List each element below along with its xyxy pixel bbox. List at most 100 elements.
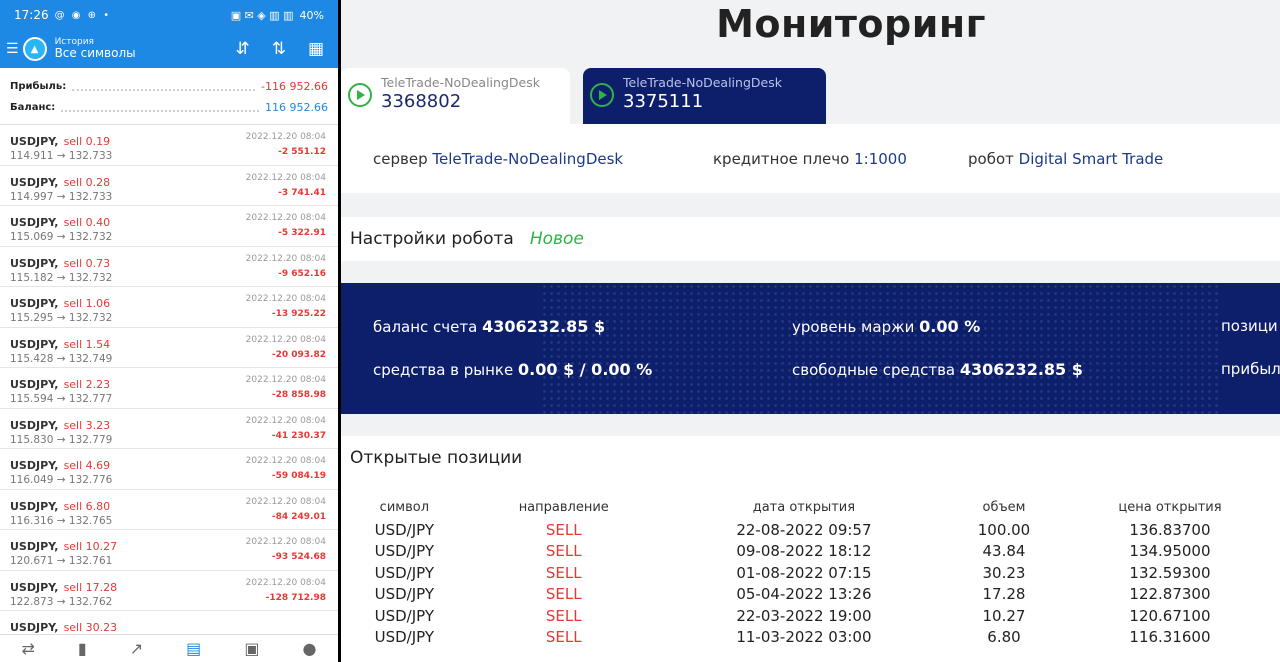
robot-label: робот [968,150,1014,168]
app-bar-titles[interactable]: История Все символы [55,37,136,61]
quotes-icon[interactable]: ⇄ [22,639,35,658]
table-cell: SELL [545,520,582,539]
table-cell: 122.87300 [1129,585,1211,604]
trade-row[interactable]: USDJPY, sell 10.27 120.671 → 132.761 2022.… [0,530,338,571]
table-cell: SELL [545,606,582,625]
app-logo-icon: ▲ [22,37,47,61]
trade-profit: -28 858.98 [271,390,326,400]
table-cell: 10.27 [982,606,1026,625]
trade-row[interactable]: USDJPY, sell 0.19 114.911 → 132.733 2022.1… [0,125,338,166]
trade-direction: sell 0.73 [63,256,111,270]
table-cell: 17.28 [982,585,1026,604]
menu-icon[interactable]: ☰ [6,41,19,57]
stat-label: уровень маржи [792,318,915,336]
trade-row[interactable]: USDJPY, sell 17.28 122.873 → 132.762 2022.… [0,571,338,611]
trade-direction: sell 0.19 [63,135,111,148]
table-cell: SELL [545,542,582,561]
table-cell: 30.23 [982,563,1026,582]
monitoring-page: Мониторинг TeleTrade-NoDealingDesk 33688… [341,0,1280,662]
trade-row[interactable]: USDJPY, sell 1.54 115.428 → 132.749 2022.1… [0,328,338,368]
status-right: ▣ ✉ ◈ ▥ ▥ 40% [231,9,324,22]
trade-direction: sell 0.28 [63,175,111,189]
play-icon [348,83,372,107]
table-cell: USD/JPY [374,520,435,539]
positions-title: Открытые позиции [350,448,523,468]
trade-row[interactable]: USDJPY, sell 0.40 115.069 → 132.732 2022.1… [0,206,338,247]
table-cell: 100.00 [977,520,1031,539]
app-bar-subtitle: История [54,36,94,47]
trade-date: 2022.12.20 08:04 [245,375,326,385]
trade-symbol: USDJPY, [10,540,59,553]
balance-value: 116 952.66 [265,101,328,114]
account-tab-1[interactable]: TeleTrade-NoDealingDesk 3368802 [341,68,570,124]
leverage-label: кредитное плечо [713,150,850,168]
stat-value: 4306232.85 $ [482,317,606,336]
trade-profit: -5 322.91 [278,228,326,238]
trade-date: 2022.12.20 08:04 [245,456,326,466]
table-cell: 120.67100 [1129,606,1211,625]
table-row: USD/JPY SELL 22-08-2022 09:57 100.00 136.837… [341,519,1280,541]
stat-label: позици [1221,317,1278,335]
open-positions-section: Открытые позиции символ направление дата о… [341,436,1280,662]
table-cell: 22-08-2022 09:57 [736,520,872,539]
trade-row[interactable]: USDJPY, sell 0.73 115.182 → 132.732 2022.1… [0,247,338,287]
trade-date: 2022.12.20 08:04 [245,496,326,507]
leverage-info: кредитное плечо 1:1000 [713,150,907,168]
market-funds-stat: средства в рынке 0.00 $ / 0.00 % [373,360,652,379]
trade-symbol: USDJPY, [10,580,59,594]
trade-row[interactable]: USDJPY, sell 0.28 114.997 → 132.733 2022.1… [0,166,338,206]
trade-row[interactable]: USDJPY, sell 1.06 115.295 → 132.732 2022.1… [0,287,338,328]
trade-profit: -13 925.22 [271,309,326,319]
column-header: направление [518,499,609,515]
trade-direction: sell 4.69 [63,459,111,472]
account-tab-2[interactable]: TeleTrade-NoDealingDesk 3375111 [583,68,826,124]
profit-value: -116 952.66 [261,80,328,93]
trade-row[interactable]: USDJPY, sell 4.69 116.049 → 132.776 2022.1… [0,449,338,490]
dotted-leader [61,104,260,112]
trade-profit: -93 524.68 [271,552,326,562]
table-row: USD/JPY SELL 01-08-2022 07:15 30.23 132.5930… [341,562,1280,584]
chat-icon[interactable]: ● [302,639,316,658]
table-body: USD/JPY SELL 22-08-2022 09:57 100.00 136.837… [341,519,1280,648]
trade-row[interactable]: USDJPY, sell 3.23 115.830 → 132.779 2022.1… [0,409,338,449]
news-icon[interactable]: ▣ [244,639,259,658]
chart-icon[interactable]: ▮ [78,639,87,658]
trade-symbol: USDJPY, [10,216,59,229]
trade-row[interactable]: USDJPY, sell 2.23 115.594 → 132.777 2022.1… [0,368,338,409]
table-cell: 134.95000 [1129,542,1211,561]
trade-symbol: USDJPY, [10,297,59,310]
server-label: сервер [373,150,428,168]
profit-label: Прибыль: [10,81,67,92]
profit-stat: прибыл [1221,360,1280,378]
trade-direction: sell 1.06 [63,297,111,310]
trade-symbol: USDJPY, [10,256,59,270]
trade-direction: sell 6.80 [63,499,111,513]
stat-value: 0.00 $ / 0.00 % [518,360,653,379]
app-bar-actions: ⇵ ⇅ ▦ [235,39,332,59]
tab-account-number: 3375111 [623,91,704,112]
trade-icon[interactable]: ↗ [130,639,143,658]
currency-exchange-icon[interactable]: ⇵ [235,39,249,59]
balance-stat: баланс счета 4306232.85 $ [373,317,605,336]
trade-profit: -9 652.16 [278,268,326,279]
settings-value: Новое [529,229,584,249]
trade-date: 2022.12.20 08:04 [245,334,326,345]
column-header: символ [379,499,429,515]
trade-history-list: USDJPY, sell 0.19 114.911 → 132.733 2022.1… [0,125,338,652]
trade-symbol: USDJPY, [10,418,59,432]
trade-profit: -2 551.12 [278,147,326,157]
table-row: USD/JPY SELL 22-03-2022 19:00 10.27 120.6710… [341,605,1280,627]
status-time: 17:26 [14,8,49,22]
stat-label: средства в рынке [373,361,514,379]
trade-title: USDJPY, sell 30.23 [10,616,328,635]
trade-row[interactable]: USDJPY, sell 6.80 116.316 → 132.765 2022.1… [0,490,338,530]
table-cell: SELL [545,563,582,582]
column-header: объем [982,499,1026,515]
trade-profit: -84 249.01 [271,511,326,522]
column-header: дата открытия [752,499,856,515]
battery-level: 40% [299,8,324,22]
sort-icon[interactable]: ⇅ [272,39,286,59]
history-icon[interactable]: ▤ [186,639,201,658]
calendar-icon[interactable]: ▦ [308,39,324,59]
trade-date: 2022.12.20 08:04 [245,213,326,223]
